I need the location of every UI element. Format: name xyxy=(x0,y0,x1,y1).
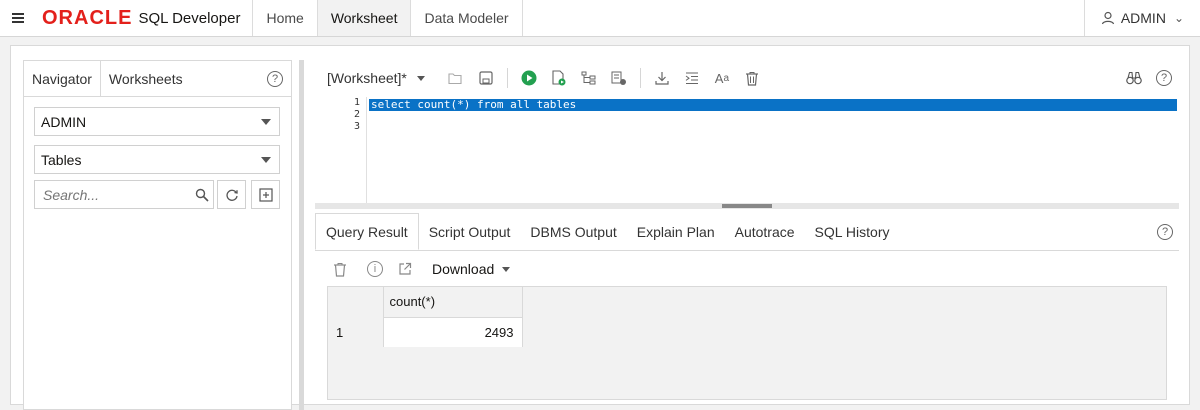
result-tabs: Query Result Script Output DBMS Output E… xyxy=(315,213,1179,251)
user-menu[interactable]: ADMIN ⌄ xyxy=(1083,0,1200,36)
navigator-panel: Navigator Worksheets ? ADMIN Tables xyxy=(23,60,292,410)
user-icon xyxy=(1101,11,1114,25)
splitter-grip[interactable] xyxy=(722,204,772,208)
line-number: 2 xyxy=(353,109,360,120)
tab-worksheets[interactable]: Worksheets xyxy=(101,61,191,96)
worksheet-name[interactable]: [Worksheet]* xyxy=(327,70,407,86)
worksheet-toolbar: [Worksheet]* Aa ? xyxy=(327,60,1179,96)
top-bar: ORACLE SQL Developer Home Worksheet Data… xyxy=(0,0,1200,37)
search-box xyxy=(34,180,214,209)
autotrace-icon[interactable] xyxy=(611,70,627,86)
open-external-icon[interactable] xyxy=(397,261,413,277)
explain-plan-icon[interactable] xyxy=(581,70,597,86)
run-script-icon[interactable] xyxy=(551,70,567,86)
tab-autotrace[interactable]: Autotrace xyxy=(725,213,805,250)
plus-box-icon xyxy=(258,187,273,202)
schema-select[interactable]: ADMIN xyxy=(34,107,280,136)
schema-value: ADMIN xyxy=(41,113,87,130)
refresh-icon xyxy=(225,189,238,201)
code-line[interactable] xyxy=(369,123,1177,135)
sql-editor[interactable]: 1 2 3 select count(*) from all tables xyxy=(315,97,1179,205)
line-number: 3 xyxy=(353,121,360,132)
result-table: count(*) 1 2493 xyxy=(328,287,523,347)
format-indent-icon[interactable] xyxy=(684,70,700,86)
tab-script-output[interactable]: Script Output xyxy=(419,213,521,250)
chevron-down-icon: ⌄ xyxy=(1173,11,1184,25)
trash-icon[interactable] xyxy=(332,261,348,277)
result-grid: count(*) 1 2493 xyxy=(327,286,1167,400)
code-area[interactable]: select count(*) from all tables xyxy=(369,99,1177,135)
download-label: Download xyxy=(432,261,495,277)
download-dropdown[interactable]: Download xyxy=(432,261,511,277)
result-toolbar: i Download xyxy=(325,255,511,283)
tab-dbms-output[interactable]: DBMS Output xyxy=(520,213,626,250)
line-number: 1 xyxy=(353,97,360,108)
search-icon[interactable] xyxy=(195,188,209,202)
tab-worksheet[interactable]: Worksheet xyxy=(317,0,412,36)
navigator-tabs: Navigator Worksheets ? xyxy=(24,61,291,97)
chevron-down-icon[interactable] xyxy=(416,75,425,81)
binoculars-icon[interactable] xyxy=(1126,70,1142,86)
column-header[interactable]: count(*) xyxy=(383,287,523,318)
table-cell[interactable]: 2493 xyxy=(383,317,523,347)
tab-data-modeler[interactable]: Data Modeler xyxy=(411,0,523,36)
open-folder-icon[interactable] xyxy=(448,70,464,86)
toolbar-right: ? xyxy=(1119,70,1179,86)
save-icon[interactable] xyxy=(478,70,494,86)
product-name: SQL Developer xyxy=(138,9,241,27)
toolbar-divider xyxy=(506,68,508,88)
help-icon[interactable]: ? xyxy=(267,70,283,87)
chevron-down-icon xyxy=(261,157,271,163)
horizontal-splitter[interactable] xyxy=(315,203,1179,209)
text-case-icon[interactable]: Aa xyxy=(714,70,730,86)
tab-explain-plan[interactable]: Explain Plan xyxy=(627,213,725,250)
hamburger-icon xyxy=(12,12,24,24)
add-object-button[interactable] xyxy=(251,180,280,209)
object-type-value: Tables xyxy=(41,151,82,168)
object-type-select[interactable]: Tables xyxy=(34,145,280,174)
toolbar-divider xyxy=(639,68,641,88)
tab-home[interactable]: Home xyxy=(253,0,318,36)
chevron-down-icon xyxy=(502,266,511,272)
code-line[interactable]: select count(*) from all tables xyxy=(369,99,1177,111)
row-number-header xyxy=(328,287,384,317)
search-input[interactable] xyxy=(41,185,191,204)
table-row[interactable]: 1 2493 xyxy=(328,317,523,347)
refresh-button[interactable] xyxy=(217,180,246,209)
line-number-gutter: 1 2 3 xyxy=(315,97,367,205)
row-number: 1 xyxy=(328,317,384,347)
tab-query-result[interactable]: Query Result xyxy=(315,213,419,250)
trash-icon[interactable] xyxy=(744,70,760,86)
vertical-splitter[interactable] xyxy=(299,60,304,410)
help-icon[interactable]: ? xyxy=(1156,70,1172,86)
table-header-row: count(*) xyxy=(328,287,523,318)
user-name: ADMIN xyxy=(1120,10,1166,26)
run-statement-icon[interactable] xyxy=(521,70,537,86)
brand: ORACLE SQL Developer xyxy=(36,0,254,36)
tab-sql-history[interactable]: SQL History xyxy=(805,213,900,250)
info-icon[interactable]: i xyxy=(367,261,383,277)
code-line[interactable] xyxy=(369,111,1177,123)
help-icon[interactable]: ? xyxy=(1157,223,1173,240)
oracle-logo: ORACLE xyxy=(42,6,133,29)
chevron-down-icon xyxy=(261,119,271,125)
menu-button[interactable] xyxy=(0,0,36,36)
download-icon[interactable] xyxy=(654,70,670,86)
tab-navigator[interactable]: Navigator xyxy=(24,61,101,96)
